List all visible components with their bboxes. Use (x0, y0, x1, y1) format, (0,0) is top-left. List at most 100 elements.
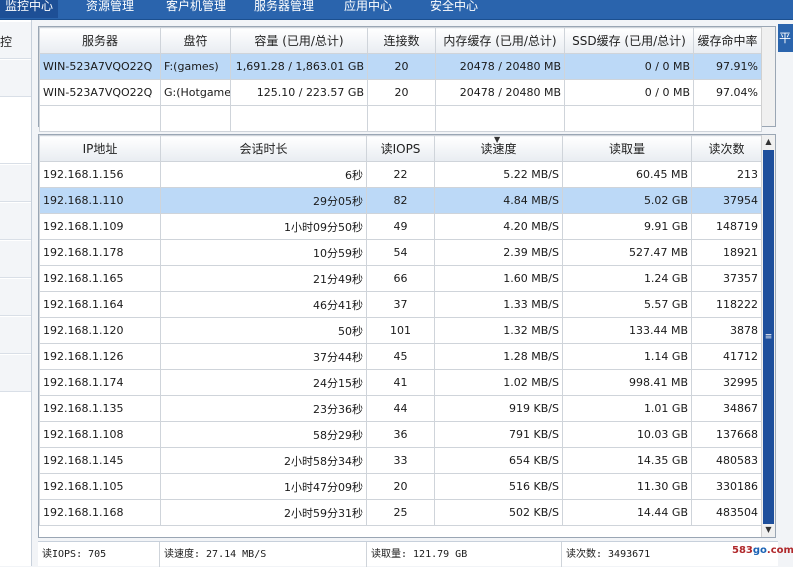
scroll-up-icon[interactable]: ▲ (762, 135, 775, 149)
sidebar-item-2[interactable] (0, 60, 31, 97)
ip-address: 192.168.1.135 (39, 395, 161, 422)
ip-address: 192.168.1.168 (39, 499, 161, 526)
read-amount: 1.24 GB (562, 265, 692, 292)
col-header-read-iops[interactable]: 读IOPS (366, 135, 435, 162)
ip-address: 192.168.1.108 (39, 421, 161, 448)
tab-monitor-center[interactable]: 监控中心 (0, 0, 58, 18)
read-amount: 60.45 MB (562, 161, 692, 188)
session-row[interactable]: 192.168.1.145 2小时58分34秒 33 654 KB/S 14.35 GB… (39, 447, 762, 474)
memory-cache: 20478 / 20480 MB (435, 53, 565, 80)
sidebar-item-7[interactable] (0, 279, 31, 316)
session-row[interactable]: 192.168.1.164 46分41秒 37 1.33 MB/S 5.57 GB 118… (39, 291, 762, 318)
session-row[interactable]: 192.168.1.168 2小时59分31秒 25 502 KB/S 14.44 GB… (39, 499, 762, 526)
col-header-hit-rate[interactable]: 缓存命中率 (693, 27, 762, 54)
read-count: 34867 (691, 395, 762, 422)
session-table: IP地址 会话时长 读IOPS 读速度 读取量 读次数 192.168.1.15… (39, 135, 762, 526)
read-count: 37954 (691, 187, 762, 214)
session-row[interactable]: 192.168.1.120 50秒 101 1.32 MB/S 133.44 MB 387… (39, 317, 762, 344)
read-speed: 4.20 MB/S (434, 213, 563, 240)
session-row[interactable]: 192.168.1.178 10分59秒 54 2.39 MB/S 527.47 MB 1… (39, 239, 762, 266)
session-row[interactable]: 192.168.1.105 1小时47分09秒 20 516 KB/S 11.30 GB… (39, 473, 762, 500)
read-iops: 41 (366, 369, 435, 396)
read-amount: 5.57 GB (562, 291, 692, 318)
read-iops: 20 (366, 473, 435, 500)
sidebar-item-4[interactable] (0, 165, 31, 202)
col-header-session-duration[interactable]: 会话时长 (160, 135, 367, 162)
session-duration: 58分29秒 (160, 421, 367, 448)
sidebar-item-6[interactable] (0, 241, 31, 278)
tab-client-management[interactable]: 客户机管理 (160, 0, 232, 18)
server-row-empty (39, 105, 762, 132)
sidebar-item-8[interactable] (0, 317, 31, 354)
session-table-scrollbar[interactable]: ▲ ≡ ▼ (761, 135, 775, 537)
read-speed: 4.84 MB/S (434, 187, 563, 214)
read-iops: 54 (366, 239, 435, 266)
read-iops: 101 (366, 317, 435, 344)
read-count: 148719 (691, 213, 762, 240)
tab-app-center[interactable]: 应用中心 (340, 0, 396, 18)
col-header-server[interactable]: 服务器 (39, 27, 161, 54)
col-header-read-count[interactable]: 读次数 (691, 135, 762, 162)
read-speed: 1.28 MB/S (434, 343, 563, 370)
read-count: 32995 (691, 369, 762, 396)
session-row[interactable]: 192.168.1.110 29分05秒 82 4.84 MB/S 5.02 GB 379… (39, 187, 762, 214)
col-header-ssd-cache[interactable]: SSD缓存 (已用/总计) (564, 27, 694, 54)
session-duration: 37分44秒 (160, 343, 367, 370)
scroll-down-icon[interactable]: ▼ (762, 523, 775, 537)
read-iops: 44 (366, 395, 435, 422)
server-row[interactable]: WIN-523A7VQO22Q G:(Hotgame) 125.10 / 223… (39, 79, 762, 106)
sidebar-item-1[interactable]: 控 (0, 22, 31, 59)
read-speed: 654 KB/S (434, 447, 563, 474)
read-amount: 998.41 MB (562, 369, 692, 396)
sidebar-item-3[interactable] (0, 98, 31, 164)
ip-address: 192.168.1.145 (39, 447, 161, 474)
tab-server-management[interactable]: 服务器管理 (248, 0, 320, 18)
session-row[interactable]: 192.168.1.156 6秒 22 5.22 MB/S 60.45 MB 213 (39, 161, 762, 188)
col-header-read-amount[interactable]: 读取量 (562, 135, 692, 162)
read-iops: 66 (366, 265, 435, 292)
session-row[interactable]: 192.168.1.165 21分49秒 66 1.60 MB/S 1.24 GB 373… (39, 265, 762, 292)
read-iops: 45 (366, 343, 435, 370)
read-amount: 133.44 MB (562, 317, 692, 344)
scrollbar-thumb[interactable]: ≡ (763, 150, 774, 524)
server-row[interactable]: WIN-523A7VQO22Q F:(games) 1,691.28 / 1,8… (39, 53, 762, 80)
col-header-drive[interactable]: 盘符 (160, 27, 231, 54)
read-count: 118222 (691, 291, 762, 318)
read-speed: 502 KB/S (434, 499, 563, 526)
session-row[interactable]: 192.168.1.126 37分44秒 45 1.28 MB/S 1.14 GB 417… (39, 343, 762, 370)
tab-resource-management[interactable]: 资源管理 (78, 0, 142, 18)
read-count: 330186 (691, 473, 762, 500)
status-read-iops: 读IOPS: 705 (38, 542, 160, 567)
read-iops: 33 (366, 447, 435, 474)
session-row[interactable]: 192.168.1.108 58分29秒 36 791 KB/S 10.03 GB 137… (39, 421, 762, 448)
col-header-memory-cache[interactable]: 内存缓存 (已用/总计) (435, 27, 565, 54)
col-header-ip[interactable]: IP地址 (39, 135, 161, 162)
session-row[interactable]: 192.168.1.135 23分36秒 44 919 KB/S 1.01 GB 3486… (39, 395, 762, 422)
memory-cache: 20478 / 20480 MB (435, 79, 565, 106)
read-count: 37357 (691, 265, 762, 292)
read-count: 480583 (691, 447, 762, 474)
read-amount: 14.35 GB (562, 447, 692, 474)
server-table-header: 服务器 盘符 容量 (已用/总计) 连接数 内存缓存 (已用/总计) SSD缓存… (39, 27, 762, 54)
server-name: WIN-523A7VQO22Q (39, 53, 161, 80)
col-header-connections[interactable]: 连接数 (367, 27, 436, 54)
read-iops: 25 (366, 499, 435, 526)
col-header-capacity[interactable]: 容量 (已用/总计) (230, 27, 368, 54)
sidebar-item-5[interactable] (0, 203, 31, 240)
watermark-logo: 583go.com (728, 539, 793, 563)
read-iops: 36 (366, 421, 435, 448)
session-duration: 2小时59分31秒 (160, 499, 367, 526)
sidebar-item-9[interactable] (0, 355, 31, 392)
session-row[interactable]: 192.168.1.174 24分15秒 41 1.02 MB/S 998.41 MB 3… (39, 369, 762, 396)
server-table: 服务器 盘符 容量 (已用/总计) 连接数 内存缓存 (已用/总计) SSD缓存… (39, 27, 762, 132)
drive-letter: G:(Hotgame) (160, 79, 231, 106)
session-duration: 6秒 (160, 161, 367, 188)
server-table-scrollbar[interactable] (761, 27, 775, 126)
session-duration: 1小时47分09秒 (160, 473, 367, 500)
right-panel-button[interactable]: 平 (778, 24, 793, 52)
session-row[interactable]: 192.168.1.109 1小时09分50秒 49 4.20 MB/S 9.91 GB… (39, 213, 762, 240)
ip-address: 192.168.1.110 (39, 187, 161, 214)
ssd-cache: 0 / 0 MB (564, 53, 694, 80)
tab-security-center[interactable]: 安全中心 (426, 0, 482, 18)
session-duration: 23分36秒 (160, 395, 367, 422)
